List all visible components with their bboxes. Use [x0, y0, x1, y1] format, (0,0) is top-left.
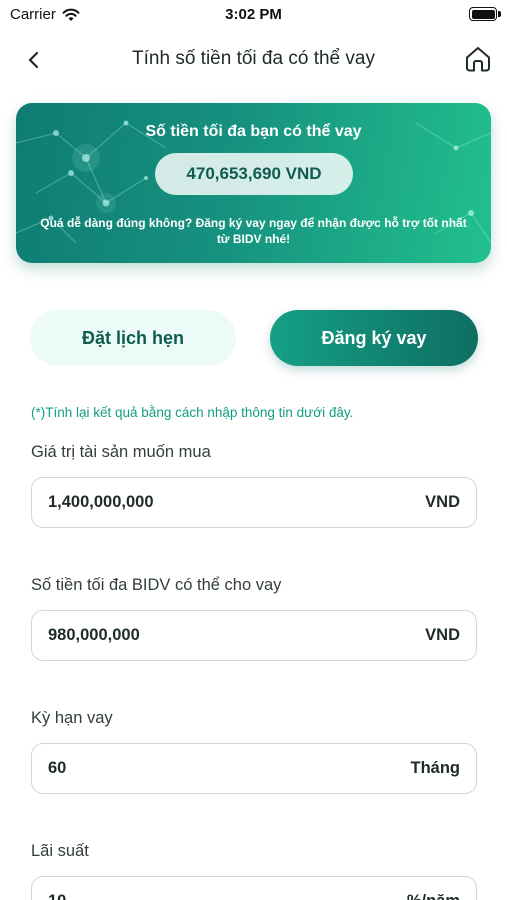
banner-title: Số tiền tối đa bạn có thể vay — [145, 123, 362, 140]
asset-value-label: Giá trị tài sản muốn mua — [31, 443, 211, 461]
page-title: Tính số tiền tối đa có thể vay — [132, 48, 375, 69]
asset-value-input[interactable]: 1,400,000,000 VND — [31, 477, 477, 528]
interest-rate-value: 10 — [48, 892, 66, 900]
book-appointment-button[interactable]: Đặt lịch hẹn — [30, 310, 236, 366]
status-bar: Carrier 3:02 PM — [0, 0, 507, 28]
status-time: 3:02 PM — [225, 6, 282, 23]
max-loan-unit: VND — [425, 626, 460, 644]
interest-rate-unit: %/năm — [407, 892, 460, 900]
asset-value-unit: VND — [425, 493, 460, 511]
battery-icon — [469, 7, 501, 21]
chevron-left-icon[interactable] — [22, 48, 46, 72]
max-loan-label: Số tiền tối đa BIDV có thể cho vay — [31, 576, 282, 594]
asset-value-value: 1,400,000,000 — [48, 493, 154, 511]
home-icon[interactable] — [463, 44, 493, 74]
nav-bar: Tính số tiền tối đa có thể vay — [0, 38, 507, 82]
interest-rate-input[interactable]: 10 %/năm — [31, 876, 477, 900]
recalculate-hint: (*)Tính lại kết quả bằng cách nhập thông… — [31, 405, 354, 420]
max-loan-value: 980,000,000 — [48, 626, 140, 644]
interest-rate-label: Lãi suất — [31, 842, 89, 860]
max-loan-amount: 470,653,690 VND — [155, 153, 353, 195]
banner-note: Quá dễ dàng đúng không? Đăng ký vay ngay… — [40, 216, 467, 246]
max-loan-input[interactable]: 980,000,000 VND — [31, 610, 477, 661]
loan-term-label: Kỳ hạn vay — [31, 709, 113, 727]
loan-term-input[interactable]: 60 Tháng — [31, 743, 477, 794]
register-loan-button[interactable]: Đăng ký vay — [270, 310, 478, 366]
result-banner: Số tiền tối đa bạn có thể vay 470,653,69… — [16, 103, 491, 263]
loan-term-unit: Tháng — [410, 759, 461, 777]
loan-term-value: 60 — [48, 759, 67, 777]
